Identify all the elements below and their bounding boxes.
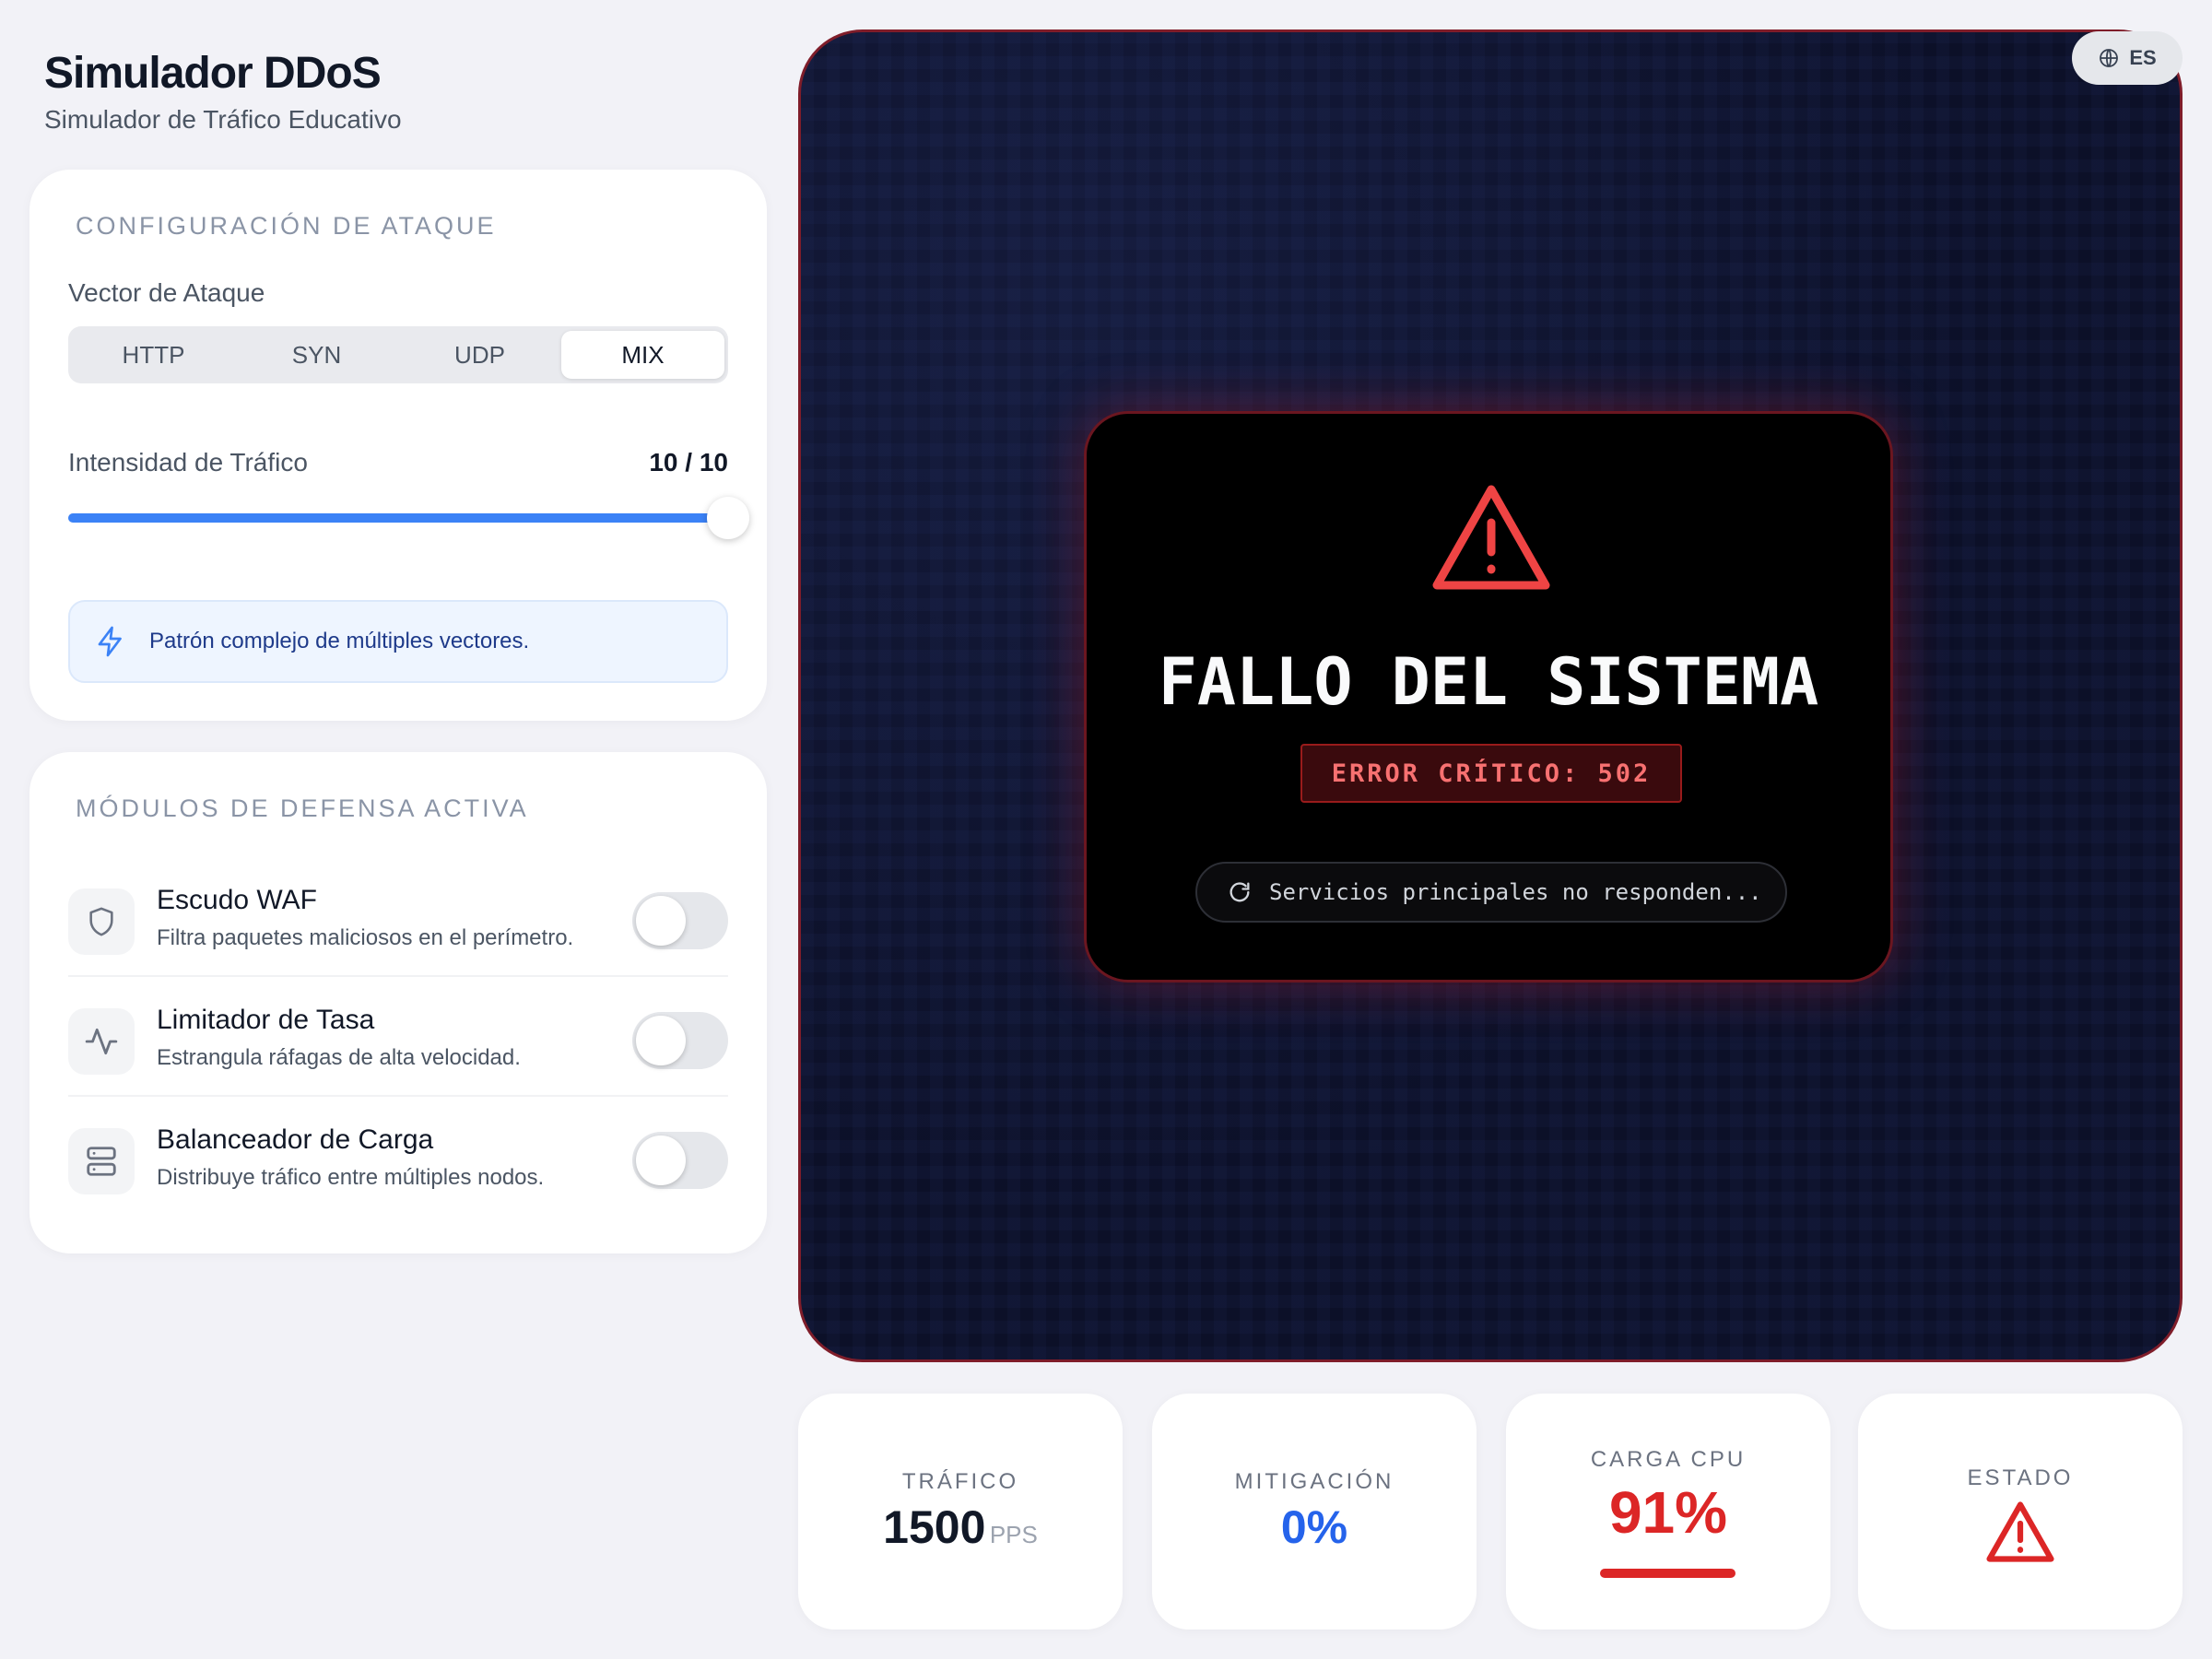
globe-icon: [2098, 47, 2120, 69]
module-description: Estrangula ráfagas de alta velocidad.: [157, 1045, 521, 1070]
stat-card-traffic: TRÁFICO 1500 PPS: [798, 1394, 1123, 1630]
mitigation-value: 0%: [1280, 1501, 1348, 1553]
vector-info-text: Patrón complejo de múltiples vectores.: [149, 629, 530, 653]
system-failure-panel: FALLO DEL SISTEMA ERROR CRÍTICO: 502 Ser…: [1084, 411, 1893, 982]
vector-option-http[interactable]: HTTP: [72, 331, 235, 379]
stat-label: CARGA CPU: [1590, 1447, 1747, 1472]
traffic-value: 1500: [883, 1501, 986, 1553]
waf-toggle[interactable]: [632, 892, 728, 949]
failure-status-text: Servicios principales no responden...: [1269, 879, 1762, 905]
toggle-knob: [636, 1016, 686, 1065]
stat-card-cpu: CARGA CPU 91%: [1506, 1394, 1830, 1630]
defense-module-rate-limiter: Limitador de Tasa Estrangula ráfagas de …: [68, 988, 728, 1099]
module-name: Escudo WAF: [157, 885, 317, 915]
language-button[interactable]: ES: [2072, 31, 2183, 85]
failure-title: FALLO DEL SISTEMA: [1158, 644, 1819, 720]
defense-module-load-balancer: Balanceador de Carga Distribuye tráfico …: [68, 1108, 728, 1218]
language-label: ES: [2129, 46, 2157, 69]
rate-limiter-toggle[interactable]: [632, 1012, 728, 1069]
app-subtitle: Simulador de Tráfico Educativo: [44, 105, 402, 134]
attack-vector-selector: HTTP SYN UDP MIX: [68, 326, 728, 383]
divider: [68, 1095, 728, 1097]
divider: [68, 975, 728, 977]
warning-triangle-icon: [1430, 482, 1553, 597]
stat-card-status: ESTADO: [1858, 1394, 2183, 1630]
intensity-label: Intensidad de Tráfico: [68, 448, 308, 477]
stat-label: TRÁFICO: [901, 1469, 1019, 1494]
attack-vector-label: Vector de Ataque: [68, 278, 265, 307]
vector-option-udp[interactable]: UDP: [398, 331, 561, 379]
warning-triangle-icon: [1985, 1500, 2055, 1568]
stat-card-mitigation: MITIGACIÓN 0%: [1152, 1394, 1477, 1630]
loading-icon: [1227, 879, 1253, 905]
module-name: Balanceador de Carga: [157, 1124, 434, 1155]
lightning-icon: [94, 625, 127, 658]
stat-value: 1500 PPS: [798, 1500, 1123, 1554]
load-balancer-toggle[interactable]: [632, 1132, 728, 1189]
failure-status-pill: Servicios principales no responden...: [1195, 862, 1787, 923]
defense-title: MÓDULOS DE DEFENSA ACTIVA: [76, 794, 529, 822]
activity-icon: [68, 1008, 135, 1075]
module-description: Filtra paquetes maliciosos en el perímet…: [157, 925, 574, 950]
attack-config-title: CONFIGURACIÓN DE ATAQUE: [76, 212, 497, 240]
vector-option-syn[interactable]: SYN: [235, 331, 398, 379]
traffic-unit: PPS: [989, 1521, 1038, 1548]
vector-info-box: Patrón complejo de múltiples vectores.: [68, 600, 728, 683]
cpu-value: 91%: [1608, 1479, 1728, 1546]
toggle-knob: [636, 896, 686, 946]
stat-label: MITIGACIÓN: [1234, 1469, 1394, 1494]
stat-label: ESTADO: [1967, 1465, 2074, 1490]
cpu-load-bar: [1600, 1569, 1736, 1578]
error-code-badge: ERROR CRÍTICO: 502: [1300, 744, 1682, 803]
intensity-value: 10 / 10: [649, 448, 728, 477]
app-title: Simulador DDoS: [44, 49, 382, 98]
vector-option-mix[interactable]: MIX: [561, 331, 724, 379]
module-name: Limitador de Tasa: [157, 1005, 375, 1035]
defense-module-waf: Escudo WAF Filtra paquetes maliciosos en…: [68, 868, 728, 979]
server-icon: [68, 1128, 135, 1194]
toggle-knob: [636, 1135, 686, 1185]
intensity-slider-fill: [68, 513, 728, 523]
shield-icon: [68, 888, 135, 955]
intensity-slider-thumb[interactable]: [707, 497, 749, 539]
module-description: Distribuye tráfico entre múltiples nodos…: [157, 1165, 545, 1190]
